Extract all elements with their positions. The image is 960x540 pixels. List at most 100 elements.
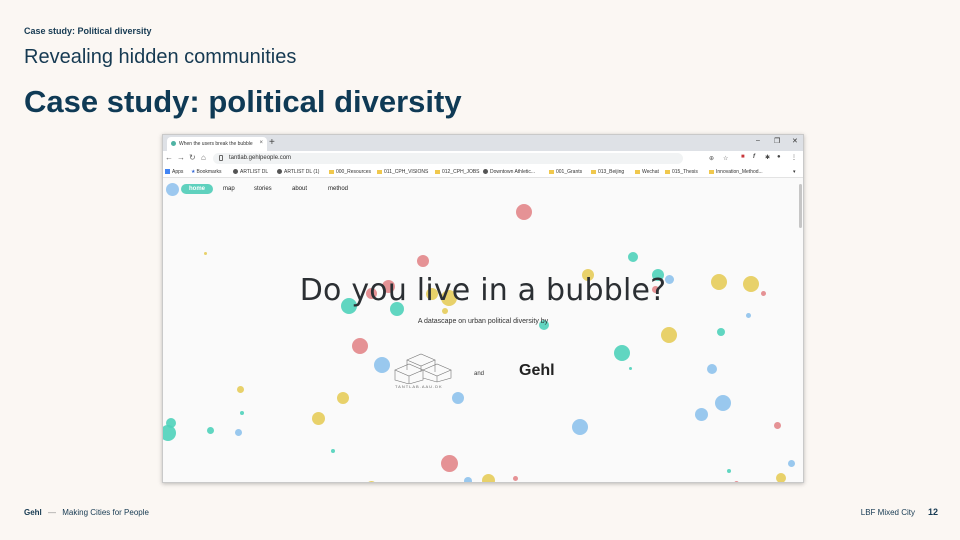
globe-icon (277, 169, 282, 174)
bubble[interactable] (417, 255, 429, 267)
bubble[interactable] (337, 392, 349, 404)
bubble[interactable] (733, 480, 739, 482)
extensions-icon[interactable]: ✱ (765, 154, 770, 161)
website-page: home map stories about method Do you liv… (163, 178, 803, 482)
bubble[interactable] (163, 425, 176, 441)
footer-separator: — (48, 508, 57, 517)
tab-strip: When the users break the bubble × + – ❐ … (163, 135, 803, 151)
slide-subtitle: Revealing hidden communities (24, 46, 297, 68)
bookmarks-bar: Apps ★Bookmarks ARTLIST DL ARTLIST DL (1… (163, 166, 803, 178)
shield-extension-icon[interactable]: ■ (741, 154, 745, 160)
folder-icon (329, 170, 334, 174)
bookmark-grants[interactable]: 001_Grants (549, 169, 582, 175)
bookmark-thesis[interactable]: 015_Thesis (665, 169, 698, 175)
bubble[interactable] (512, 475, 518, 481)
bubble[interactable] (352, 338, 368, 354)
bubble[interactable] (694, 407, 708, 421)
gehl-logo[interactable]: Gehl (519, 362, 555, 380)
bubble[interactable] (331, 449, 335, 453)
bubble[interactable] (516, 204, 532, 220)
bubble[interactable] (234, 428, 242, 436)
bookmark-resources[interactable]: 000_Resources (329, 169, 371, 175)
bookmark-star-icon[interactable]: ☆ (723, 155, 728, 162)
footer-brand: Gehl — Making Cities for People (24, 508, 149, 517)
nav-home[interactable]: home (181, 184, 214, 194)
bubble[interactable] (661, 327, 677, 343)
folder-icon (377, 170, 382, 174)
page-number: 12 (928, 507, 939, 517)
close-window-icon[interactable]: ✕ (792, 137, 798, 145)
bubble[interactable] (481, 473, 495, 482)
browser-tab[interactable]: When the users break the bubble × (167, 137, 267, 151)
bubble[interactable] (745, 312, 751, 318)
tab-title: When the users break the bubble (179, 141, 253, 147)
nav-map[interactable]: map (223, 186, 235, 192)
bubble[interactable] (240, 411, 244, 415)
tantlab-logo (394, 353, 452, 384)
bubble[interactable] (311, 411, 325, 425)
formula-extension-icon[interactable]: f (753, 154, 755, 160)
lock-icon (219, 155, 223, 161)
minimize-icon[interactable]: – (756, 137, 760, 144)
back-icon[interactable]: ← (165, 153, 173, 162)
folder-icon (549, 170, 554, 174)
scrollbar[interactable] (799, 184, 802, 228)
url-text: tantlab.gehlpeople.com (229, 155, 292, 161)
bookmark-artlist[interactable]: ARTLIST DL (233, 169, 268, 175)
bubble[interactable] (464, 477, 472, 482)
home-icon[interactable]: ⌂ (201, 153, 206, 162)
bookmark-cph-visions[interactable]: 011_CPH_VISIONS (377, 169, 428, 175)
browser-screenshot: When the users break the bubble × + – ❐ … (162, 134, 804, 483)
new-tab-button[interactable]: + (269, 137, 275, 149)
bubble[interactable] (628, 366, 632, 370)
bubble[interactable] (440, 454, 458, 472)
bubble[interactable] (628, 252, 638, 262)
bubble[interactable] (727, 469, 731, 473)
bubble[interactable] (707, 364, 717, 374)
apps-grid-icon (165, 169, 170, 174)
bubble[interactable] (203, 251, 207, 255)
bookmark-innovation-method[interactable]: Innovation_Method... (709, 169, 763, 175)
browser-toolbar: ← → ↻ ⌂ tantlab.gehlpeople.com ⊕ ☆ ■ f ✱… (163, 151, 803, 166)
bubble[interactable] (374, 357, 390, 373)
bubble[interactable] (236, 385, 244, 393)
bookmark-cph-jobs[interactable]: 012_CPH_JOBS (435, 169, 480, 175)
bubble[interactable] (572, 419, 588, 435)
close-icon[interactable]: × (259, 140, 263, 146)
menu-icon[interactable]: ⋮ (791, 154, 797, 161)
bubble[interactable] (452, 392, 464, 404)
bookmark-beijing[interactable]: 013_Beijing (591, 169, 624, 175)
bubble[interactable] (776, 473, 786, 482)
forward-icon[interactable]: → (177, 153, 185, 162)
reload-icon[interactable]: ↻ (189, 153, 196, 162)
bubble[interactable] (614, 345, 630, 361)
bubble[interactable] (773, 421, 781, 429)
bookmark-bookmarks[interactable]: ★Bookmarks (191, 169, 222, 175)
star-icon: ★ (191, 169, 196, 175)
nav-method[interactable]: method (328, 186, 348, 192)
bookmark-artlist-1[interactable]: ARTLIST DL (1) (277, 169, 319, 175)
bubble[interactable] (442, 308, 448, 314)
bubble[interactable] (365, 480, 377, 482)
address-bar[interactable]: tantlab.gehlpeople.com ⊕ ☆ (213, 153, 728, 164)
bubble[interactable] (206, 426, 214, 434)
bubble[interactable] (787, 459, 795, 467)
bookmark-apps[interactable]: Apps (165, 169, 183, 175)
chevron-down-icon[interactable]: ▾ (793, 169, 796, 175)
folder-icon (435, 170, 440, 174)
nav-about[interactable]: about (292, 186, 307, 192)
bookmark-wechat[interactable]: Wechat (635, 169, 659, 175)
favicon-icon (171, 141, 176, 146)
footer-tagline: Making Cities for People (62, 508, 149, 517)
avatar-icon[interactable]: ● (777, 154, 781, 160)
zoom-icon[interactable]: ⊕ (709, 155, 714, 162)
hero-headline: Do you live in a bubble? (299, 273, 667, 308)
bubble[interactable] (715, 395, 731, 411)
maximize-icon[interactable]: ❐ (774, 137, 780, 145)
site-logo-bubble[interactable] (166, 183, 179, 196)
tantlab-logo-text: TANTLAB.AAU.DK (395, 384, 443, 389)
bubble[interactable] (717, 328, 725, 336)
footer-brand-name: Gehl (24, 508, 42, 517)
bookmark-downtown-athletic[interactable]: Downtown Athletic... (483, 169, 535, 175)
nav-stories[interactable]: stories (254, 186, 272, 192)
